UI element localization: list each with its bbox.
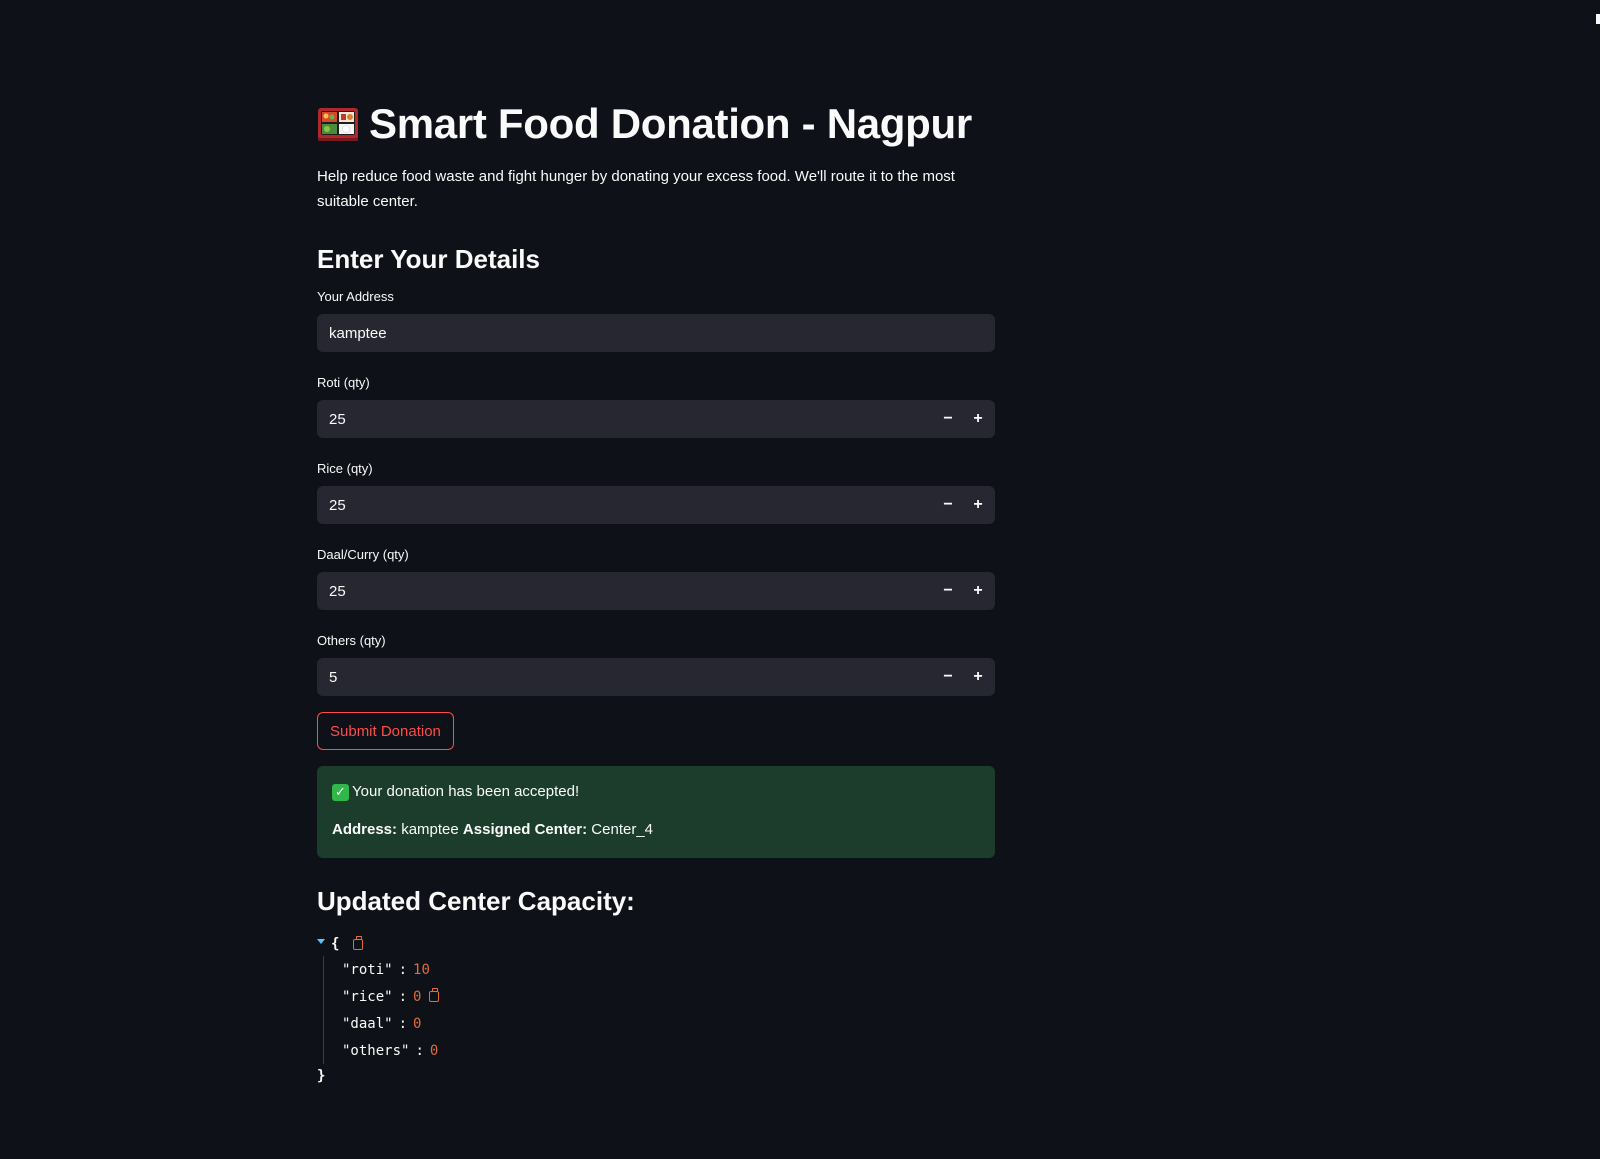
daal-increment-button[interactable]: + — [963, 572, 993, 610]
json-key: "rice" — [342, 988, 393, 1005]
assignment-details: Address: kamptee Assigned Center: Center… — [332, 819, 980, 841]
capacity-json-viewer: { "roti" : 10 "rice" : 0 "daal" : 0 "oth… — [317, 932, 995, 1088]
json-key: "roti" — [342, 961, 393, 978]
roti-decrement-button[interactable]: − — [933, 400, 963, 438]
json-close-brace: } — [317, 1068, 326, 1084]
roti-value[interactable]: 25 — [317, 411, 933, 428]
success-message-row: ✓ Your donation has been accepted! — [332, 781, 980, 803]
json-entry: "others" : 0 — [342, 1037, 995, 1064]
others-increment-button[interactable]: + — [963, 658, 993, 696]
collapse-caret-icon[interactable] — [317, 938, 325, 944]
center-result-label: Assigned Center: — [462, 821, 588, 838]
json-value: 0 — [413, 988, 422, 1005]
submit-donation-button[interactable]: Submit Donation — [317, 712, 454, 750]
json-open-row: { — [317, 932, 995, 956]
roti-label: Roti (qty) — [317, 375, 370, 390]
roti-field: Roti (qty) 25 − + — [317, 374, 995, 438]
window-edge-marker — [1596, 14, 1600, 24]
copy-value-icon[interactable] — [429, 988, 440, 1002]
rice-value[interactable]: 25 — [317, 497, 933, 514]
address-result-value: kamptee — [401, 821, 459, 838]
success-message: Your donation has been accepted! — [352, 783, 580, 800]
json-value: 0 — [429, 1042, 439, 1059]
main-content: Smart Food Donation - Nagpur Help reduce… — [317, 96, 995, 1088]
daal-value[interactable]: 25 — [317, 583, 933, 600]
success-alert: ✓ Your donation has been accepted! Addre… — [317, 766, 995, 858]
roti-increment-button[interactable]: + — [963, 400, 993, 438]
copy-icon[interactable] — [353, 935, 364, 950]
intro-text: Help reduce food waste and fight hunger … — [317, 168, 955, 210]
json-close-row: } — [317, 1064, 995, 1088]
json-entry: "roti" : 10 — [342, 956, 995, 983]
others-number-input: 5 − + — [317, 658, 995, 696]
daal-field: Daal/Curry (qty) 25 − + — [317, 546, 995, 610]
address-value: kamptee — [329, 324, 387, 342]
rice-label: Rice (qty) — [317, 461, 373, 476]
json-value: 10 — [413, 961, 430, 978]
json-key: "others" — [342, 1042, 410, 1059]
json-body: "roti" : 10 "rice" : 0 "daal" : 0 "other… — [323, 956, 995, 1064]
center-result-value: Center_4 — [591, 821, 654, 838]
rice-increment-button[interactable]: + — [963, 486, 993, 524]
rice-field: Rice (qty) 25 − + — [317, 460, 995, 524]
app-root: Smart Food Donation - Nagpur Help reduce… — [0, 0, 1600, 1159]
others-decrement-button[interactable]: − — [933, 658, 963, 696]
json-entry: "daal" : 0 — [342, 1010, 995, 1037]
json-colon: : — [415, 1042, 424, 1059]
others-field: Others (qty) 5 − + — [317, 632, 995, 696]
rice-decrement-button[interactable]: − — [933, 486, 963, 524]
address-result-label: Address: — [332, 821, 398, 838]
others-label: Others (qty) — [317, 633, 386, 648]
bento-box-icon — [317, 105, 359, 143]
address-label: Your Address — [317, 289, 394, 304]
json-key: "daal" — [342, 1015, 393, 1032]
address-input[interactable]: kamptee — [317, 314, 995, 352]
details-section-title: Enter Your Details — [317, 244, 540, 274]
capacity-title: Updated Center Capacity: — [317, 886, 635, 916]
json-colon: : — [398, 1015, 408, 1032]
others-value[interactable]: 5 — [317, 669, 933, 686]
json-value: 0 — [413, 1015, 422, 1032]
check-mark-icon: ✓ — [332, 783, 349, 801]
json-colon: : — [398, 961, 408, 978]
json-open-brace: { — [331, 936, 340, 952]
daal-decrement-button[interactable]: − — [933, 572, 963, 610]
page-header: Smart Food Donation - Nagpur — [317, 96, 995, 152]
rice-number-input: 25 − + — [317, 486, 995, 524]
address-field: Your Address kamptee — [317, 288, 995, 352]
daal-number-input: 25 − + — [317, 572, 995, 610]
roti-number-input: 25 − + — [317, 400, 995, 438]
daal-label: Daal/Curry (qty) — [317, 547, 409, 562]
json-entry: "rice" : 0 — [342, 983, 995, 1010]
json-colon: : — [398, 988, 408, 1005]
page-title: Smart Food Donation - Nagpur — [369, 100, 972, 147]
